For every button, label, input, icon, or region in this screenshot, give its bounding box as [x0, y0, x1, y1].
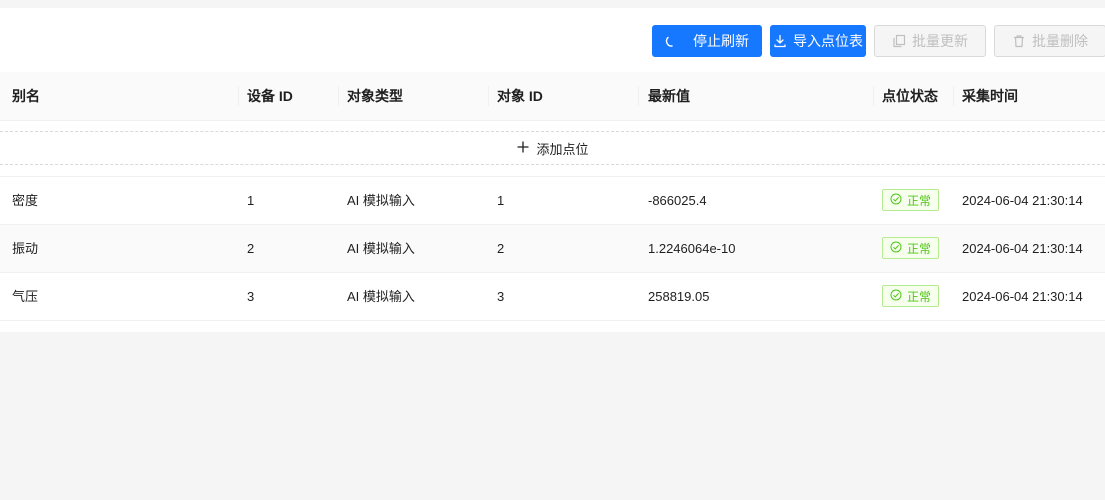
status-badge: 正常 — [882, 237, 940, 259]
cell-device-id: 3 — [247, 289, 255, 304]
cell-device-id: 2 — [247, 241, 255, 256]
status-text: 正常 — [907, 193, 932, 208]
column-divider — [238, 86, 239, 106]
cell-object-type: AI 模拟输入 — [347, 241, 415, 256]
column-header-device-id: 设备 ID — [247, 88, 293, 104]
points-table: 别名 设备 ID 对象类型 对象 ID 最新值 点位状态 采集时间 添加点位 密… — [0, 72, 1105, 321]
table-row[interactable]: 气压 3 AI 模拟输入 3 258819.05 正常 2024-06-04 2… — [0, 273, 1105, 321]
cell-alias: 气压 — [12, 289, 39, 304]
cell-latest-value: -866025.4 — [648, 193, 707, 208]
column-divider — [338, 86, 339, 106]
cell-latest-value: 1.2246064e-10 — [648, 241, 736, 256]
check-circle-icon — [890, 289, 902, 304]
column-divider — [953, 86, 954, 106]
cell-latest-value: 258819.05 — [648, 289, 710, 304]
batch-delete-label: 批量删除 — [1032, 33, 1088, 49]
cell-collect-time: 2024-06-04 21:30:14 — [962, 289, 1083, 304]
delete-icon — [1012, 34, 1026, 48]
import-points-button[interactable]: 导入点位表 — [770, 25, 866, 57]
column-divider — [638, 86, 639, 106]
table-row[interactable]: 密度 1 AI 模拟输入 1 -866025.4 正常 2024-06-04 2… — [0, 177, 1105, 225]
cell-alias: 密度 — [12, 193, 39, 208]
cell-device-id: 1 — [247, 193, 255, 208]
column-header-alias: 别名 — [12, 88, 40, 104]
column-header-point-status: 点位状态 — [882, 88, 938, 104]
check-circle-icon — [890, 241, 902, 256]
copy-icon — [892, 34, 906, 48]
points-panel: 停止刷新 导入点位表 批量更新 批量删除 别名 设备 ID 对象类型 对象 ID… — [0, 8, 1105, 332]
table-spacer — [0, 165, 1105, 177]
add-point-label: 添加点位 — [536, 141, 589, 157]
column-divider — [488, 86, 489, 106]
status-badge: 正常 — [882, 285, 940, 307]
cell-object-type: AI 模拟输入 — [347, 193, 415, 208]
cell-collect-time: 2024-06-04 21:30:14 — [962, 241, 1083, 256]
batch-update-label: 批量更新 — [912, 33, 968, 49]
cell-alias: 振动 — [12, 241, 39, 256]
batch-delete-button[interactable]: 批量删除 — [994, 25, 1105, 57]
stop-refresh-button[interactable]: 停止刷新 — [652, 25, 762, 57]
column-header-latest-value: 最新值 — [648, 88, 690, 104]
status-text: 正常 — [907, 289, 932, 304]
stop-refresh-label: 停止刷新 — [693, 33, 749, 49]
table-row[interactable]: 振动 2 AI 模拟输入 2 1.2246064e-10 正常 2024-06-… — [0, 225, 1105, 273]
import-points-label: 导入点位表 — [793, 33, 863, 49]
cell-object-type: AI 模拟输入 — [347, 289, 415, 304]
cell-object-id: 2 — [497, 241, 505, 256]
plus-icon — [516, 140, 530, 157]
batch-update-button[interactable]: 批量更新 — [874, 25, 986, 57]
column-divider — [873, 86, 874, 106]
add-point-button[interactable]: 添加点位 — [0, 131, 1105, 165]
cell-object-id: 1 — [497, 193, 505, 208]
status-text: 正常 — [907, 241, 932, 256]
check-circle-icon — [890, 193, 902, 208]
column-header-collect-time: 采集时间 — [962, 88, 1018, 104]
column-header-object-type: 对象类型 — [347, 88, 403, 104]
column-header-object-id: 对象 ID — [497, 88, 543, 104]
status-badge: 正常 — [882, 189, 940, 211]
cell-object-id: 3 — [497, 289, 505, 304]
download-icon — [773, 34, 787, 48]
table-header: 别名 设备 ID 对象类型 对象 ID 最新值 点位状态 采集时间 — [0, 72, 1105, 121]
loading-icon — [665, 34, 679, 48]
cell-collect-time: 2024-06-04 21:30:14 — [962, 193, 1083, 208]
toolbar: 停止刷新 导入点位表 批量更新 批量删除 — [652, 25, 1105, 57]
